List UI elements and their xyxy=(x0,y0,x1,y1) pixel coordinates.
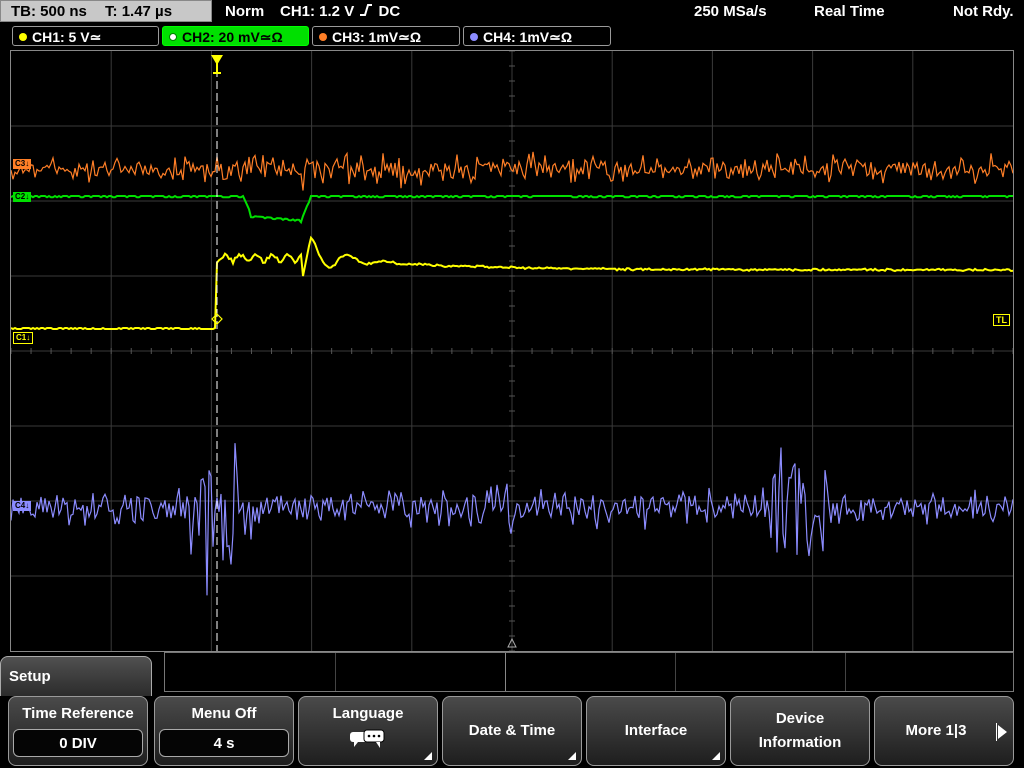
language-button[interactable]: Language xyxy=(298,696,438,766)
rising-edge-icon xyxy=(360,4,373,16)
submenu-indicator-icon xyxy=(712,752,720,760)
channel-2-offset-marker[interactable]: C2↓ xyxy=(13,192,32,202)
menu-off-label: Menu Off xyxy=(191,705,257,722)
channel-3-dot-icon xyxy=(319,33,327,42)
timebase-box[interactable]: TB: 500 ns T: 1.47 µs xyxy=(0,0,212,22)
status-bar: TB: 500 ns T: 1.47 µs Norm CH1: 1.2 V DC… xyxy=(0,0,1024,24)
channel-1-dot-icon xyxy=(19,33,27,42)
more-separator xyxy=(996,723,997,741)
channel-3-label[interactable]: CH3: 1mV≃Ω xyxy=(312,26,460,46)
date-time-button[interactable]: Date & Time xyxy=(442,696,582,766)
device-information-label: Device Information xyxy=(731,697,869,765)
trigger-position-marker[interactable] xyxy=(211,55,223,74)
date-time-label: Date & Time xyxy=(468,722,556,739)
interface-label: Interface xyxy=(624,722,688,739)
trigger-level-marker[interactable]: TL xyxy=(993,314,1010,326)
strip-divider xyxy=(505,653,506,691)
channel-4-offset-marker[interactable]: C4↓ xyxy=(13,501,32,511)
device-information-line-2: Information xyxy=(758,734,842,751)
more-button[interactable]: More 1|3 xyxy=(874,696,1014,766)
channel-2-dot-icon xyxy=(169,33,177,42)
more-label: More 1|3 xyxy=(905,722,967,739)
timebase-value: TB: 500 ns xyxy=(11,3,87,20)
softkey-bar: Time Reference 0 DIV Menu Off 4 s Langua… xyxy=(0,696,1024,768)
sample-rate: 250 MSa/s xyxy=(694,3,767,20)
device-information-button[interactable]: Device Information xyxy=(730,696,870,766)
submenu-indicator-icon xyxy=(568,752,576,760)
menu-off-value: 4 s xyxy=(159,729,289,757)
strip-divider xyxy=(845,653,846,691)
channel-1-label[interactable]: CH1: 5 V≃ xyxy=(12,26,159,46)
channel-4-dot-icon xyxy=(470,33,478,42)
waveform-canvas xyxy=(11,51,1013,651)
trigger-source-level: CH1: 1.2 V xyxy=(280,3,355,20)
channel-1-text: CH1: 5 V≃ xyxy=(32,29,102,45)
trigger-mode[interactable]: Norm xyxy=(225,0,264,24)
waveform-display[interactable]: C3↓ C2↓ C1↓ C4↓ TL xyxy=(10,50,1014,652)
time-reference-button[interactable]: Time Reference 0 DIV xyxy=(8,696,148,766)
channel-3-text: CH3: 1mV≃Ω xyxy=(332,29,422,45)
acquisition-mode: Real Time xyxy=(814,3,885,20)
channel-1-offset-marker[interactable]: C1↓ xyxy=(13,332,34,344)
time-reference-label: Time Reference xyxy=(22,705,134,722)
strip-divider xyxy=(335,653,336,691)
strip-divider xyxy=(675,653,676,691)
trigger-coupling: DC xyxy=(378,3,401,20)
info-strip xyxy=(164,652,1014,692)
channel-labels: CH1: 5 V≃ CH2: 20 mV≃Ω CH3: 1mV≃Ω CH4: 1… xyxy=(0,26,1024,48)
channel-2-text: CH2: 20 mV≃Ω xyxy=(182,29,283,45)
speech-bubbles-icon xyxy=(350,729,385,748)
time-reference-value: 0 DIV xyxy=(13,729,143,757)
menu-off-button[interactable]: Menu Off 4 s xyxy=(154,696,294,766)
channel-3-offset-marker[interactable]: C3↓ xyxy=(13,159,32,169)
interface-button[interactable]: Interface xyxy=(586,696,726,766)
acquisition-state: Not Rdy. xyxy=(953,3,1014,20)
channel-4-label[interactable]: CH4: 1mV≃Ω xyxy=(463,26,611,46)
menu-title-tab: Setup xyxy=(0,656,152,698)
trigger-time-value: T: 1.47 µs xyxy=(105,3,173,20)
device-information-line-1: Device xyxy=(775,710,825,727)
submenu-indicator-icon xyxy=(424,752,432,760)
graticule xyxy=(11,51,1013,651)
channel-4-text: CH4: 1mV≃Ω xyxy=(483,29,573,45)
language-label: Language xyxy=(332,705,404,722)
channel-2-label[interactable]: CH2: 20 mV≃Ω xyxy=(162,26,309,46)
next-page-arrow-icon xyxy=(998,725,1007,739)
trigger-info[interactable]: CH1: 1.2 V DC xyxy=(280,0,400,24)
